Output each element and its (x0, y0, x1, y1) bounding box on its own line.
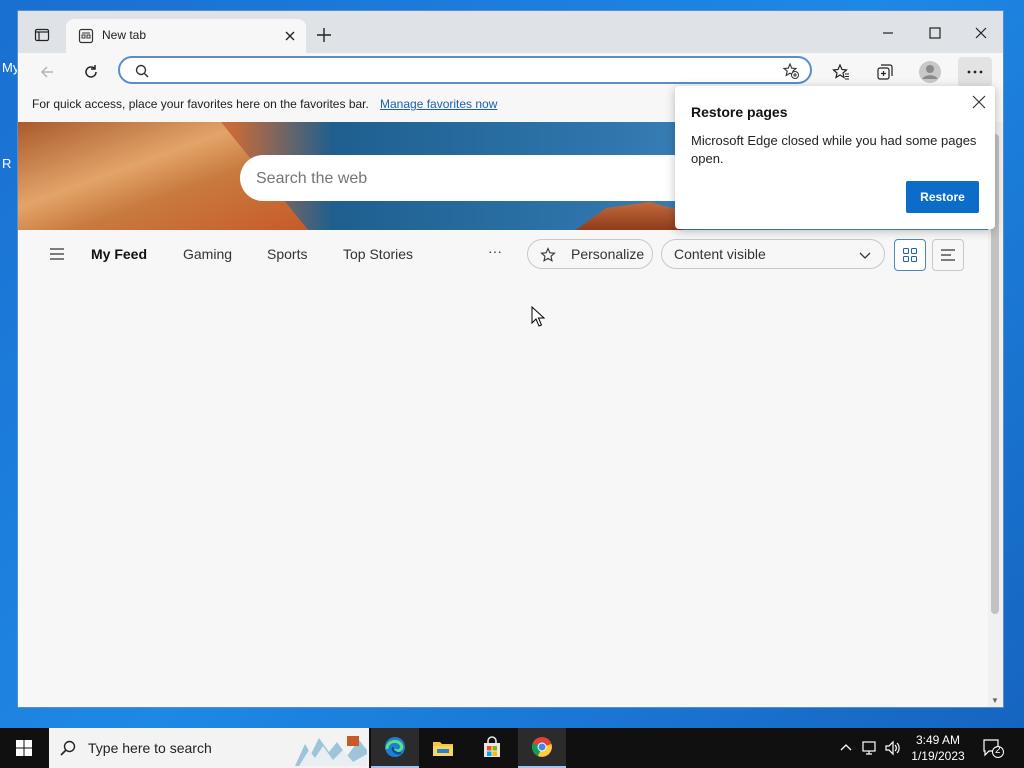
search-icon (60, 740, 76, 756)
taskbar-app-store[interactable] (468, 728, 516, 768)
network-icon[interactable] (860, 738, 880, 758)
close-tab-icon[interactable] (282, 28, 298, 44)
add-favorite-icon[interactable] (782, 62, 800, 80)
popup-title: Restore pages (691, 104, 788, 120)
background-image-rock (573, 202, 683, 230)
web-search-input[interactable] (254, 167, 658, 191)
clock-time: 3:49 AM (915, 733, 961, 747)
system-clock[interactable]: 3:49 AM 1/19/2023 (908, 732, 968, 764)
manage-favorites-link[interactable]: Manage favorites now (380, 97, 497, 111)
tab-actions-icon[interactable] (26, 21, 58, 49)
taskbar-app-edge[interactable] (371, 728, 419, 768)
search-highlight-illustration (289, 732, 367, 766)
minimize-icon[interactable] (878, 23, 898, 43)
list-layout-icon (941, 249, 955, 261)
tab-gaming[interactable]: Gaming (183, 246, 232, 262)
personalize-label: Personalize (571, 246, 645, 262)
address-bar[interactable] (118, 56, 812, 84)
notifications-button[interactable]: 2 (982, 738, 1004, 758)
show-hidden-icons-chevron-icon[interactable] (836, 738, 856, 758)
mouse-cursor-icon (531, 306, 546, 327)
more-tabs-button[interactable]: ··· (488, 243, 502, 259)
new-tab-plus-icon[interactable] (314, 25, 334, 45)
notification-count: 2 (995, 745, 1001, 756)
taskbar-app-chrome[interactable] (518, 728, 566, 768)
avatar-icon (919, 61, 941, 83)
tab-new-tab[interactable]: New tab (66, 19, 306, 53)
content-visibility-value: Content visible (674, 246, 766, 262)
tab-my-feed[interactable]: My Feed (91, 246, 147, 262)
new-tab-page-icon (78, 28, 94, 44)
content-visibility-select[interactable]: Content visible (661, 239, 885, 269)
restore-button[interactable]: Restore (906, 181, 979, 213)
back-button[interactable] (34, 59, 60, 85)
restore-pages-popup: Restore pages Microsoft Edge closed whil… (675, 86, 995, 229)
favorites-button[interactable] (828, 59, 854, 85)
taskbar: Type here to search 3:49 AM 1/19/2023 2 (0, 728, 1024, 768)
close-window-icon[interactable] (971, 23, 991, 43)
volume-icon[interactable] (883, 738, 903, 758)
personalize-button[interactable]: Personalize (527, 239, 653, 269)
list-view-button[interactable] (932, 239, 964, 271)
file-explorer-icon (433, 742, 453, 756)
more-dots-icon (967, 70, 983, 74)
desktop-icon-label[interactable]: R (2, 156, 11, 171)
close-popup-icon[interactable] (971, 94, 987, 110)
grid-layout-icon (903, 248, 917, 262)
favorites-star-icon (832, 63, 849, 80)
tab-sports[interactable]: Sports (267, 246, 307, 262)
title-bar: New tab (18, 11, 1003, 53)
taskbar-search-box[interactable]: Type here to search (49, 728, 369, 768)
tab-top-stories[interactable]: Top Stories (343, 246, 413, 262)
scroll-down-arrow-icon[interactable]: ▼ (991, 696, 999, 705)
windows-logo-icon (16, 740, 32, 756)
collections-button[interactable] (872, 59, 898, 85)
refresh-button[interactable] (78, 59, 104, 85)
hamburger-menu-icon[interactable] (48, 245, 66, 263)
collections-icon (877, 64, 893, 80)
chevron-down-icon (859, 252, 871, 259)
search-icon (135, 64, 149, 78)
chrome-icon (532, 737, 552, 757)
clock-date: 1/19/2023 (911, 749, 965, 763)
profile-button[interactable] (917, 59, 943, 85)
start-button[interactable] (0, 728, 48, 768)
grid-view-button[interactable] (894, 239, 926, 271)
store-icon (484, 736, 500, 757)
taskbar-search-placeholder: Type here to search (88, 740, 212, 756)
tab-title: New tab (102, 28, 147, 42)
personalize-star-icon (540, 247, 556, 262)
popup-message: Microsoft Edge closed while you had some… (691, 133, 977, 166)
feed-navigation: My Feed Gaming Sports Top Stories ··· Pe… (18, 231, 1003, 279)
favorites-bar-message: For quick access, place your favorites h… (32, 97, 369, 111)
taskbar-app-file-explorer[interactable] (419, 728, 467, 768)
back-arrow-icon (40, 66, 53, 78)
edge-icon (385, 737, 405, 757)
settings-menu-button[interactable] (958, 57, 992, 87)
address-input[interactable] (160, 61, 764, 83)
refresh-icon (85, 65, 97, 78)
maximize-icon[interactable] (925, 23, 945, 43)
